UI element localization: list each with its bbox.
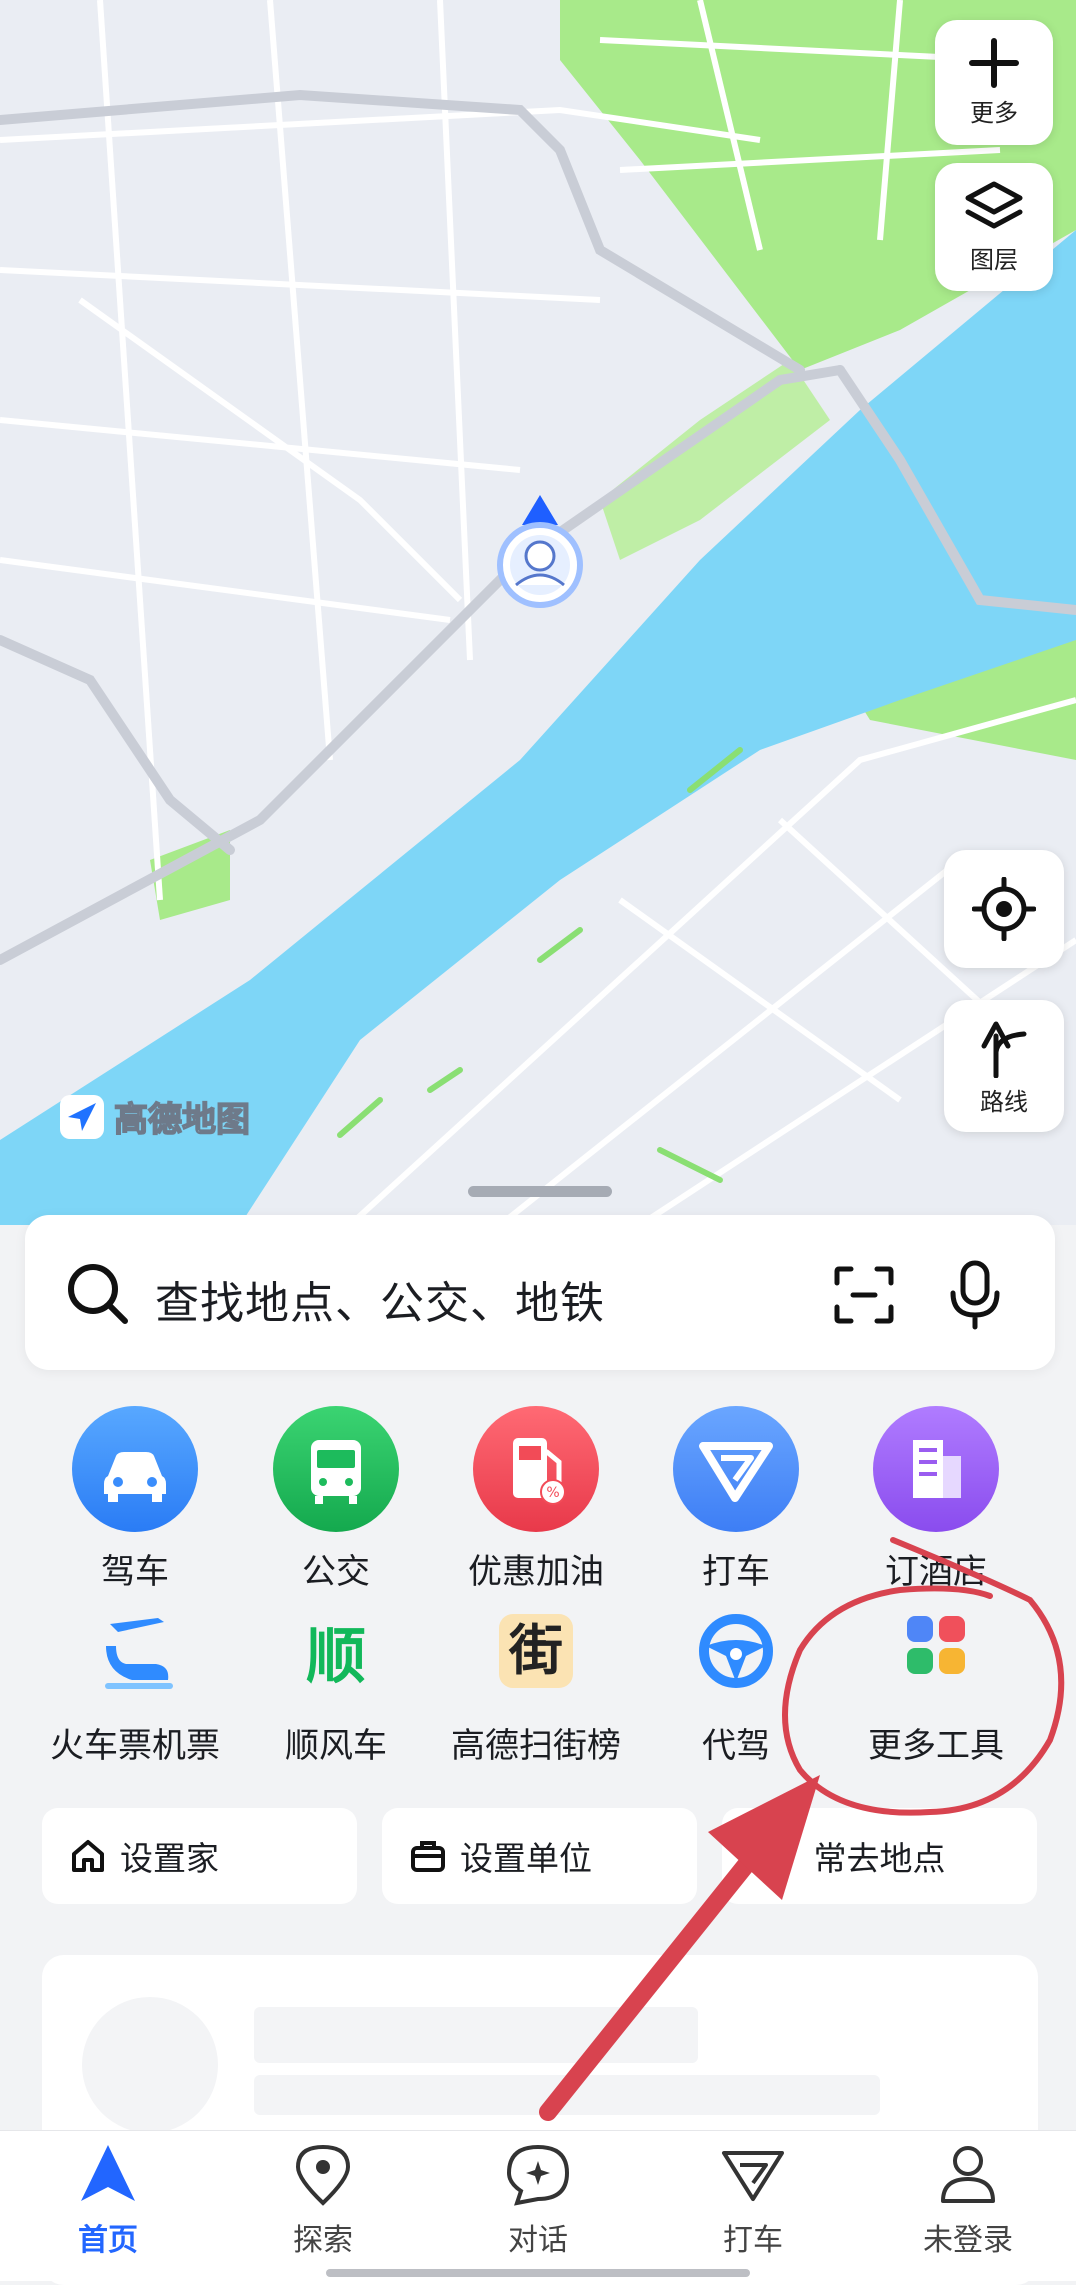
tool-more-tools[interactable]: 更多工具 — [836, 1606, 1036, 1767]
tool-street-rank[interactable]: 街 高德扫街榜 — [436, 1606, 636, 1767]
plus-icon — [969, 38, 1019, 88]
bus-icon — [273, 1406, 399, 1532]
skeleton-line — [254, 2007, 698, 2063]
microphone-icon[interactable] — [947, 1259, 1003, 1331]
gesture-bar — [326, 2269, 750, 2277]
more-button[interactable]: 更多 — [935, 20, 1053, 145]
map-canvas — [0, 0, 1076, 1228]
more-label: 更多 — [970, 99, 1018, 127]
nav-taxi[interactable]: 打车 — [673, 2141, 833, 2259]
set-work-chip[interactable]: 设置单位 — [382, 1808, 697, 1904]
layers-icon — [965, 181, 1023, 228]
home-nav-icon — [81, 2145, 135, 2201]
tool-taxi-label: 打车 — [702, 1552, 770, 1592]
tool-fuel-label: 优惠加油 — [468, 1552, 604, 1592]
carpool-icon: 顺 — [273, 1606, 399, 1696]
layers-button[interactable]: 图层 — [935, 163, 1053, 291]
tool-bus[interactable]: 公交 — [236, 1406, 436, 1593]
nav-home-label: 首页 — [78, 2223, 138, 2258]
street-rank-glyph: 街 — [509, 1619, 563, 1682]
nav-profile[interactable]: 未登录 — [888, 2141, 1048, 2259]
route-arrow-icon — [981, 1021, 1027, 1078]
nav-explore[interactable]: 探索 — [243, 2141, 403, 2259]
tool-bus-label: 公交 — [302, 1552, 370, 1592]
search-icon — [68, 1264, 128, 1324]
watermark-text: 高德地图 — [113, 1099, 251, 1141]
nav-explore-label: 探索 — [293, 2223, 353, 2258]
locate-target-icon — [972, 877, 1036, 941]
tool-chauffeur[interactable]: 代驾 — [636, 1606, 836, 1767]
set-work-label: 设置单位 — [460, 1839, 592, 1878]
car-icon — [72, 1406, 198, 1532]
home-outline-icon — [72, 1840, 104, 1872]
frequent-places-label: 常去地点 — [813, 1839, 946, 1878]
nav-taxi-label: 打车 — [723, 2223, 783, 2258]
tool-drive-label: 驾车 — [101, 1552, 169, 1592]
hotel-icon — [873, 1406, 999, 1532]
svg-text:%: % — [546, 1485, 559, 1501]
user-icon — [941, 2146, 995, 2203]
train-plane-icon — [72, 1606, 198, 1696]
briefcase-icon — [411, 1841, 445, 1872]
nav-home[interactable]: 首页 — [28, 2141, 188, 2259]
layers-label: 图层 — [970, 245, 1018, 274]
search-placeholder: 查找地点、公交、地铁 — [155, 1278, 605, 1329]
skeleton-line — [254, 2075, 880, 2115]
tool-drive[interactable]: 驾车 — [35, 1406, 235, 1593]
tool-more-tools-label: 更多工具 — [868, 1726, 1004, 1766]
street-rank-badge: 街 — [499, 1614, 573, 1688]
search-bar[interactable]: 查找地点、公交、地铁 — [25, 1215, 1055, 1370]
route-button[interactable]: 路线 — [944, 1000, 1064, 1132]
nav-chat[interactable]: 对话 — [458, 2141, 618, 2259]
tool-chauffeur-label: 代驾 — [702, 1726, 770, 1766]
tool-hotel-label: 订酒店 — [885, 1552, 987, 1592]
tool-train-plane[interactable]: 火车票机票 — [35, 1606, 235, 1767]
taxi-icon — [673, 1406, 799, 1532]
taxi-nav-icon — [722, 2151, 784, 2201]
amap-logo-icon — [60, 1094, 104, 1139]
nav-chat-label: 对话 — [508, 2223, 568, 2258]
tool-hotel[interactable]: 订酒店 — [836, 1406, 1036, 1593]
street-rank-icon: 街 — [473, 1606, 599, 1696]
tool-carpool-label: 顺风车 — [285, 1726, 387, 1766]
tool-fuel[interactable]: % 优惠加油 — [436, 1406, 636, 1593]
tool-train-plane-label: 火车票机票 — [50, 1726, 220, 1766]
nav-profile-label: 未登录 — [923, 2223, 1013, 2258]
set-home-label: 设置家 — [120, 1839, 219, 1878]
chat-icon — [506, 2144, 570, 2206]
sheet-drag-handle[interactable] — [468, 1186, 612, 1197]
route-label: 路线 — [980, 1087, 1028, 1116]
tool-taxi[interactable]: 打车 — [636, 1406, 836, 1593]
tool-carpool[interactable]: 顺 顺风车 — [236, 1606, 436, 1767]
fuel-icon: % — [473, 1406, 599, 1532]
steering-wheel-icon — [673, 1606, 799, 1696]
more-tools-icon — [873, 1606, 999, 1696]
set-home-chip[interactable]: 设置家 — [42, 1808, 357, 1904]
frequent-places-chip[interactable]: 常去地点 — [722, 1808, 1037, 1904]
bottom-nav: 首页 探索 对话 打车 未登录 — [0, 2130, 1076, 2281]
skeleton-avatar — [82, 1997, 218, 2133]
tool-street-rank-label: 高德扫街榜 — [451, 1726, 621, 1766]
map-watermark: 高德地图 — [58, 1092, 251, 1141]
locate-button[interactable] — [944, 850, 1064, 968]
explore-pin-icon — [295, 2144, 351, 2206]
scan-icon[interactable] — [833, 1265, 895, 1325]
map-view[interactable]: 高德地图 — [0, 0, 1076, 1228]
carpool-glyph: 顺 — [306, 1621, 366, 1692]
